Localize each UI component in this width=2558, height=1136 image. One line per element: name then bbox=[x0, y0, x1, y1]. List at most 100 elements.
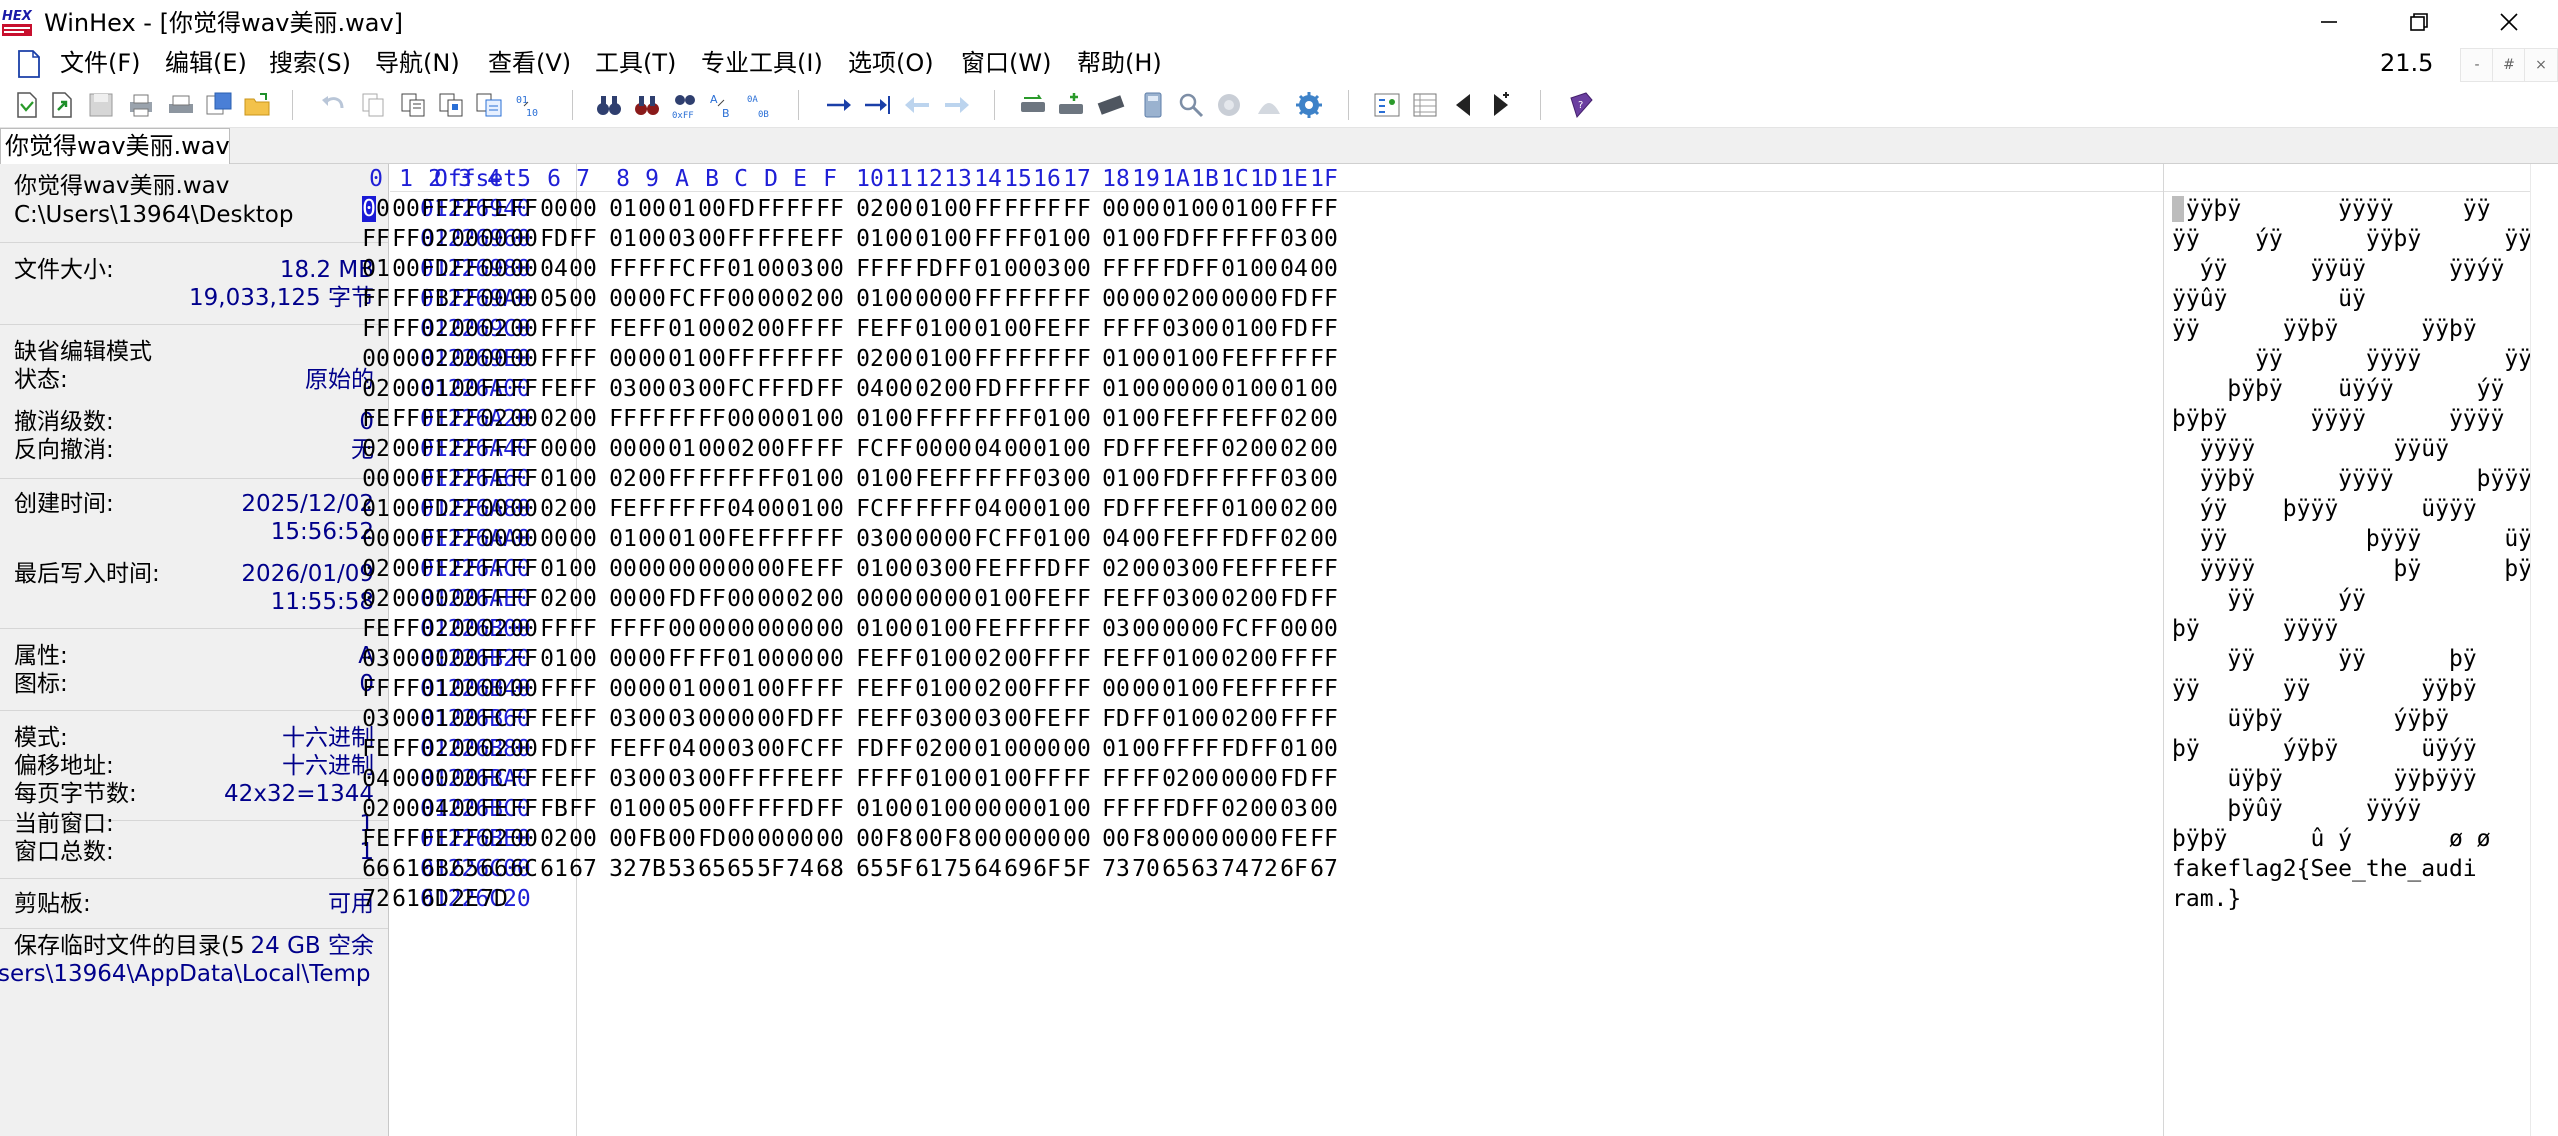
find-hex-icon[interactable]: 0xFF bbox=[668, 88, 702, 122]
vertical-scrollbar[interactable] bbox=[2530, 164, 2558, 1136]
hex-byte[interactable]: FF bbox=[1057, 344, 1097, 374]
properties-icon[interactable] bbox=[202, 88, 236, 122]
hex-byte[interactable]: FF bbox=[1057, 284, 1097, 314]
hex-byte[interactable]: 00 bbox=[1057, 524, 1097, 554]
hex-row[interactable]: 01226B40 FF FF 01 00 00 00 FF FF 00 00 01 00 01 00 FF FF… bbox=[362, 674, 2530, 704]
hex-byte[interactable]: 00 bbox=[563, 494, 603, 524]
hex-row[interactable]: 01226C00 66 61 6B 65 66 6C 61 67 32 7B 53 65 65 5F 74 68… bbox=[362, 854, 2530, 884]
hex-byte[interactable]: 67 bbox=[563, 854, 603, 884]
template-icon[interactable] bbox=[1408, 88, 1442, 122]
hex-byte[interactable]: 00 bbox=[1304, 404, 1344, 434]
hex-byte[interactable]: FF bbox=[1057, 704, 1097, 734]
hex-byte[interactable]: FF bbox=[810, 434, 850, 464]
calculator-icon[interactable] bbox=[1136, 88, 1170, 122]
hex-byte[interactable]: 00 bbox=[563, 404, 603, 434]
text-column[interactable]: ÿÿ þÿÿÿ üÿ bbox=[2172, 524, 2530, 554]
cut-icon[interactable] bbox=[396, 88, 430, 122]
hex-row[interactable]: 01226A60 00 00 FF FF FE FF 01 00 02 00 FF FF FF FF 01 00… bbox=[362, 464, 2530, 494]
hex-byte[interactable]: FF bbox=[810, 194, 850, 224]
hex-byte[interactable]: 00 bbox=[563, 284, 603, 314]
text-column[interactable]: þÿþÿ û ý ø ø bbox=[2172, 824, 2530, 854]
hex-byte[interactable]: 00 bbox=[810, 644, 850, 674]
settings-gear-icon[interactable] bbox=[1292, 88, 1326, 122]
hex-byte[interactable]: FF bbox=[1057, 674, 1097, 704]
hex-byte[interactable]: FF bbox=[1057, 314, 1097, 344]
text-column[interactable]: ram.} bbox=[2172, 884, 2530, 914]
binoculars-find-icon[interactable] bbox=[592, 88, 626, 122]
hex-byte[interactable]: FF bbox=[810, 314, 850, 344]
hex-row[interactable]: 01226B60 03 00 01 00 FC FF FE FF 03 00 03 00 00 00 FD FF… bbox=[362, 704, 2530, 734]
text-column[interactable]: üÿþÿ ÿÿþÿÿÿ bbox=[2172, 764, 2530, 794]
hex-byte[interactable]: 00 bbox=[810, 824, 850, 854]
hex-byte[interactable]: 00 bbox=[810, 284, 850, 314]
hex-byte[interactable]: FF bbox=[563, 224, 603, 254]
hex-row[interactable]: 01226BA0 04 00 00 00 FC FF FE FF 03 00 03 00 FF FF FE FF… bbox=[362, 764, 2530, 794]
hex-row[interactable]: 01226A40 02 00 FF FF FF FF 00 00 00 00 01 00 02 00 FF FF… bbox=[362, 434, 2530, 464]
menu-options[interactable]: 选项(O) bbox=[844, 48, 938, 78]
hex-byte[interactable]: FF bbox=[1057, 644, 1097, 674]
hex-byte[interactable]: 00 bbox=[1304, 464, 1344, 494]
hex-byte[interactable]: 00 bbox=[810, 614, 850, 644]
hex-byte[interactable]: FF bbox=[810, 764, 850, 794]
hex-row[interactable]: 01226AE0 02 00 00 00 FF FF 02 00 00 00 FD FF 00 00 02 00… bbox=[362, 584, 2530, 614]
text-column[interactable]: fakeflag2{See_the_audi bbox=[2172, 854, 2530, 884]
text-column[interactable]: ÿÿ ýÿ ÿÿþÿ ÿÿ bbox=[2172, 224, 2530, 254]
text-column[interactable]: ÿÿþÿ ÿÿÿÿ ÿÿ bbox=[2172, 194, 2530, 224]
hex-byte[interactable]: 00 bbox=[1057, 824, 1097, 854]
hex-byte[interactable]: FF bbox=[810, 554, 850, 584]
hex-byte[interactable]: FF bbox=[810, 704, 850, 734]
undo-icon[interactable] bbox=[316, 88, 350, 122]
hex-byte[interactable]: 00 bbox=[810, 464, 850, 494]
hex-byte[interactable]: 68 bbox=[810, 854, 850, 884]
hex-row[interactable]: 01226A00 02 00 01 00 FE FF FE FF 03 00 03 00 FC FF FD FF… bbox=[362, 374, 2530, 404]
hex-byte[interactable]: 00 bbox=[1057, 464, 1097, 494]
text-column[interactable]: ÿÿÿÿ þÿ þÿ bbox=[2172, 554, 2530, 584]
text-column[interactable]: ÿÿ ýÿ bbox=[2172, 584, 2530, 614]
binoculars-replace-icon[interactable] bbox=[630, 88, 664, 122]
hex-byte[interactable]: 00 bbox=[1304, 794, 1344, 824]
hex-byte[interactable]: FF bbox=[810, 524, 850, 554]
hex-byte[interactable]: 00 bbox=[563, 524, 603, 554]
document-menu-icon[interactable] bbox=[18, 50, 40, 78]
hex-byte[interactable]: 00 bbox=[1304, 254, 1344, 284]
mdi-restore-button[interactable]: # bbox=[2492, 48, 2526, 82]
hex-byte[interactable]: FF bbox=[810, 374, 850, 404]
text-column[interactable]: þÿûÿ ÿÿýÿ bbox=[2172, 794, 2530, 824]
hex-byte[interactable]: FF bbox=[1304, 554, 1344, 584]
gauge-icon[interactable] bbox=[1252, 88, 1286, 122]
hex-byte[interactable]: 00 bbox=[810, 584, 850, 614]
hex-byte[interactable]: FF bbox=[1304, 314, 1344, 344]
restore-button[interactable] bbox=[2380, 2, 2458, 42]
hex-byte[interactable]: FF bbox=[563, 344, 603, 374]
paste-block-icon[interactable] bbox=[472, 88, 506, 122]
print-icon[interactable] bbox=[124, 88, 158, 122]
magnify-icon[interactable] bbox=[1174, 88, 1208, 122]
hex-row[interactable]: 01226AA0 00 00 FF FF 00 00 00 00 01 00 01 00 FE FF FF FF… bbox=[362, 524, 2530, 554]
save-icon[interactable] bbox=[84, 88, 118, 122]
replace-text-icon[interactable]: AB bbox=[706, 88, 740, 122]
hex-byte[interactable]: FF bbox=[563, 614, 603, 644]
hex-byte[interactable]: 5F bbox=[1057, 854, 1097, 884]
hex-byte[interactable]: FF bbox=[563, 674, 603, 704]
text-column[interactable]: ÿÿ ÿÿþÿ ÿÿþÿ bbox=[2172, 314, 2530, 344]
hex-byte[interactable]: FF bbox=[563, 734, 603, 764]
text-column[interactable]: üÿþÿ ýÿþÿ bbox=[2172, 704, 2530, 734]
hex-byte[interactable]: FF bbox=[563, 704, 603, 734]
hex-byte[interactable]: 00 bbox=[563, 824, 603, 854]
hex-byte[interactable]: FF bbox=[563, 374, 603, 404]
hex-row[interactable]: 01226BE0 FE FF FE FF 02 00 02 00 00 FB 00 FD 00 00 00 00… bbox=[362, 824, 2530, 854]
hex-byte[interactable]: FF bbox=[810, 734, 850, 764]
hex-byte[interactable]: 00 bbox=[1057, 404, 1097, 434]
hex-byte[interactable]: 00 bbox=[1057, 254, 1097, 284]
hex-byte[interactable]: FF bbox=[563, 764, 603, 794]
hex-byte[interactable]: FF bbox=[1057, 764, 1097, 794]
hex-byte[interactable]: FF bbox=[1057, 614, 1097, 644]
hex-byte[interactable]: 00 bbox=[563, 554, 603, 584]
hex-byte[interactable]: FF bbox=[1304, 584, 1344, 614]
text-column[interactable]: ÿÿ ÿÿ ÿÿþÿ bbox=[2172, 674, 2530, 704]
copy-icon[interactable] bbox=[356, 88, 390, 122]
hex-byte[interactable]: 00 bbox=[1057, 434, 1097, 464]
hex-row[interactable]: 01226B80 FE FF 02 00 02 00 FD FF FE FF 04 00 03 00 FC FF… bbox=[362, 734, 2530, 764]
hex-byte[interactable]: FF bbox=[1057, 194, 1097, 224]
open-folder-icon[interactable] bbox=[240, 88, 274, 122]
